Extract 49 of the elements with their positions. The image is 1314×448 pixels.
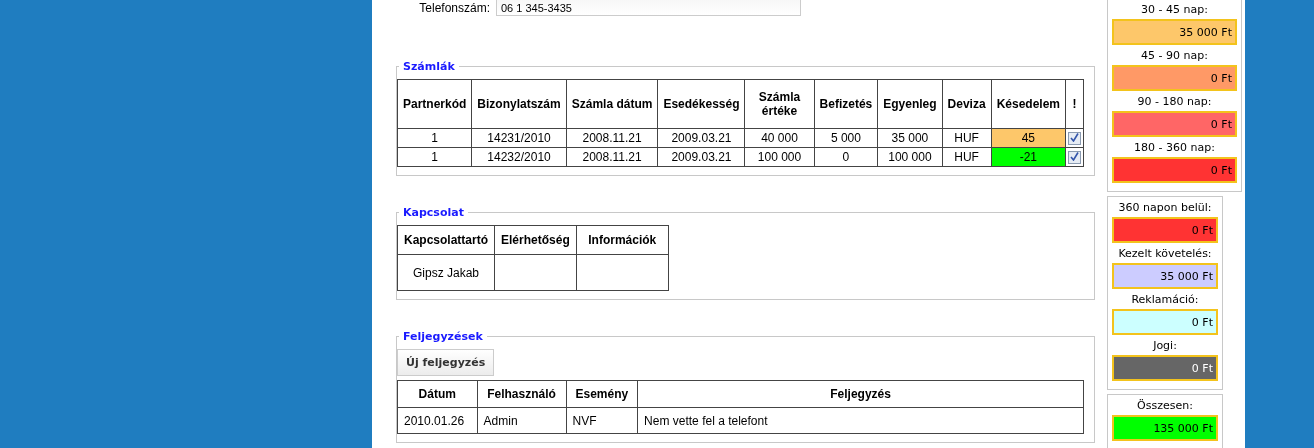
summary-label: Reklamáció:	[1130, 292, 1200, 307]
checkbox[interactable]	[1068, 151, 1081, 165]
column-header: Egyenleg	[877, 79, 943, 129]
column-header: Esedékesség	[657, 79, 745, 129]
column-header: Számla dátum	[566, 79, 658, 129]
table-cell: 1	[397, 147, 472, 167]
column-header: Információk	[576, 225, 669, 255]
column-header: Esemény	[566, 380, 638, 408]
section-title: Feljegyzések	[402, 330, 484, 343]
column-header: Befizetés	[814, 79, 878, 129]
column-header: Késedelem	[991, 79, 1066, 129]
summary-label: 360 napon belül:	[1117, 200, 1213, 215]
checkbox[interactable]	[1068, 132, 1081, 146]
amount-field[interactable]: 0 Ft	[1112, 65, 1237, 91]
section-title: Kapcsolat	[402, 206, 465, 219]
new-note-button[interactable]: Új feljegyzés	[397, 349, 495, 376]
summary-label: 180 - 360 nap:	[1133, 140, 1216, 155]
amount-field[interactable]: 0 Ft	[1112, 355, 1218, 381]
amount-field[interactable]: 135 000 Ft	[1112, 415, 1218, 441]
column-header: Feljegyzés	[637, 380, 1084, 408]
table-cell: 2010.01.26	[397, 407, 478, 434]
amount-field[interactable]: 35 000 Ft	[1112, 19, 1237, 45]
amount-field[interactable]: 0 Ft	[1112, 309, 1218, 335]
table-cell: Nem vette fel a telefont	[637, 407, 1084, 434]
summary-label: Kezelt követelés:	[1117, 246, 1213, 261]
summary-label: 45 - 90 nap:	[1140, 48, 1209, 63]
table-cell: 1	[397, 128, 472, 148]
phone-label: Telefonszám:	[418, 0, 490, 16]
amount-field[interactable]: 0 Ft	[1112, 217, 1218, 243]
summary-label: 30 - 45 nap:	[1140, 2, 1209, 17]
column-header: Kapcsolattartó	[397, 225, 495, 255]
amount-field[interactable]: 0 Ft	[1112, 157, 1237, 183]
table-cell: Gipsz Jakab	[397, 254, 495, 291]
column-header: Bizonylatszám	[471, 79, 567, 129]
column-header: Elérhetőség	[494, 225, 577, 255]
column-header: Számla értéke	[745, 79, 815, 129]
amount-field[interactable]: 0 Ft	[1112, 111, 1237, 137]
column-header: Partnerkód	[397, 79, 472, 129]
summary-label: Jogi:	[1151, 338, 1178, 353]
table-cell: Admin	[477, 407, 567, 434]
summary-label: 90 - 180 nap:	[1136, 94, 1213, 109]
phone-field[interactable]: 06 1 345-3435	[496, 0, 801, 16]
summary-label: Összesen:	[1136, 398, 1194, 413]
amount-field[interactable]: 35 000 Ft	[1112, 263, 1218, 289]
column-header: Felhasználó	[477, 380, 567, 408]
column-header: Deviza	[942, 79, 992, 129]
column-header: Dátum	[397, 380, 478, 408]
table-cell: NVF	[566, 407, 638, 434]
section-title: Számlák	[402, 60, 456, 73]
